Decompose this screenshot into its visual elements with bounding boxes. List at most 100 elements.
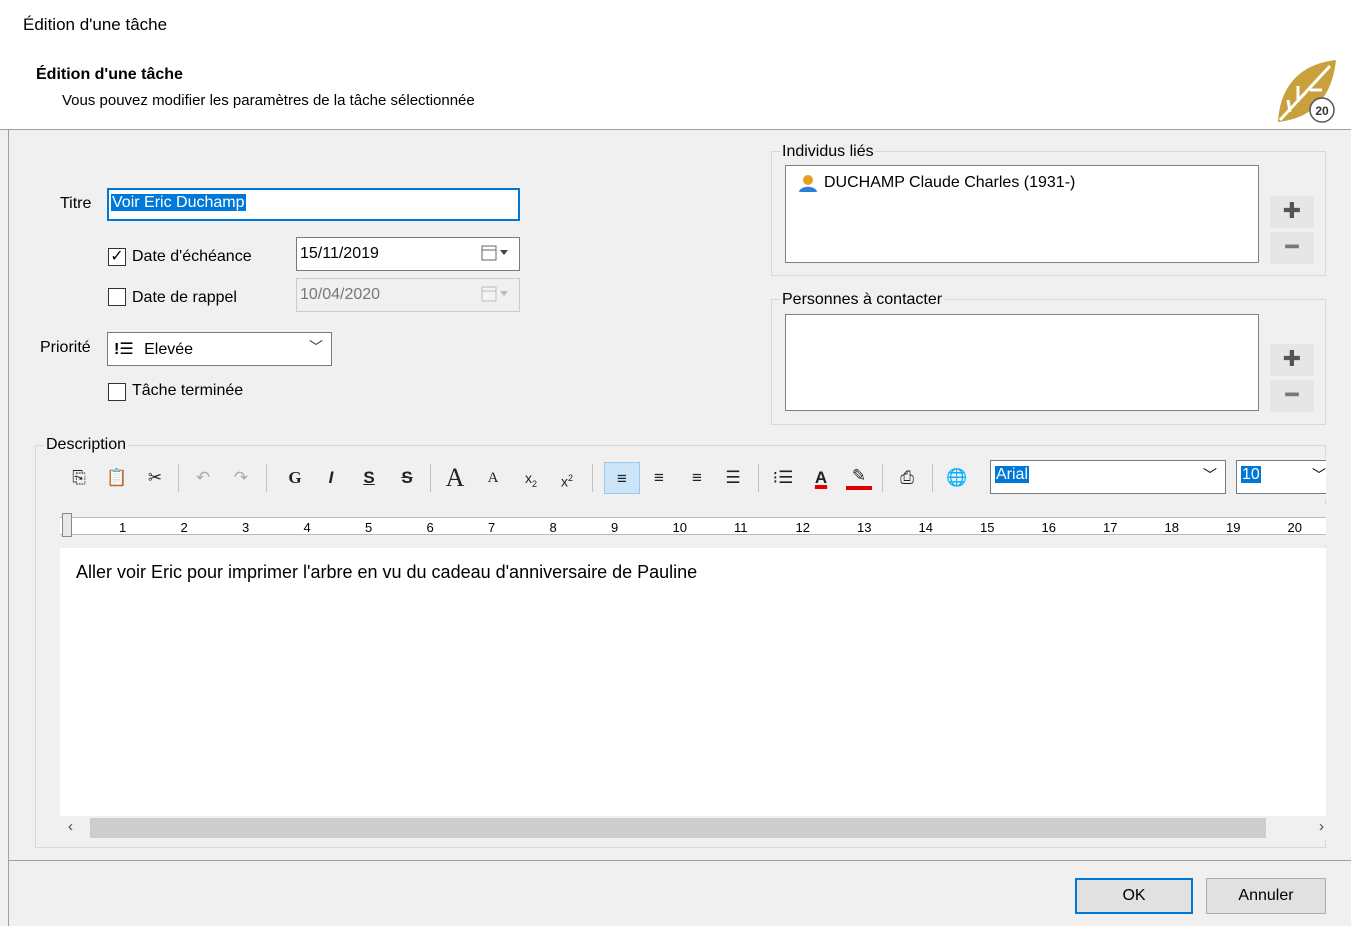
ruler-number: 4 bbox=[303, 520, 311, 535]
calendar-dropdown-icon[interactable] bbox=[481, 245, 511, 261]
linked-individuals-list[interactable]: DUCHAMP Claude Charles (1931-) bbox=[785, 165, 1259, 263]
ruler-scale: 1 2 3 4 5 6 7 8 9 10 11 12 13 14 15 16 17 18 19 20 bbox=[60, 517, 1326, 535]
toolbar-separator bbox=[932, 464, 933, 492]
priority-icon: !☰ bbox=[114, 341, 134, 358]
italic-button[interactable]: I bbox=[318, 462, 344, 494]
subscript-button[interactable]: x2 bbox=[518, 462, 544, 494]
horizontal-scrollbar[interactable]: ‹ › bbox=[60, 816, 1326, 840]
banner-title: Édition d'une tâche bbox=[36, 66, 183, 83]
ruler: 1 2 3 4 5 6 7 8 9 10 11 12 13 14 15 16 17 18 19 20 bbox=[60, 505, 1326, 545]
ruler-number: 14 bbox=[918, 520, 933, 535]
ruler-number: 19 bbox=[1226, 520, 1241, 535]
reminder-date-value: 10/04/2020 bbox=[300, 286, 381, 303]
toolbar-separator bbox=[758, 464, 759, 492]
font-color-button[interactable]: A bbox=[808, 462, 834, 494]
font-name-select[interactable]: Arial ﹀ bbox=[990, 460, 1226, 494]
remove-linked-button[interactable]: ━ bbox=[1270, 232, 1314, 264]
cancel-button[interactable]: Annuler bbox=[1206, 878, 1326, 914]
toolbar-separator bbox=[882, 464, 883, 492]
bullet-list-icon[interactable]: ⁝☰ bbox=[770, 462, 796, 494]
app-logo-icon: 20 bbox=[1278, 60, 1336, 123]
due-date-field[interactable]: 15/11/2019 bbox=[296, 237, 520, 271]
scrollbar-thumb[interactable] bbox=[90, 818, 1266, 838]
align-left-icon[interactable]: ≡ bbox=[604, 462, 640, 494]
add-linked-button[interactable]: ✚ bbox=[1270, 196, 1314, 228]
linked-individual-name: DUCHAMP Claude Charles (1931-) bbox=[824, 174, 1076, 191]
contacts-label: Personnes à contacter bbox=[780, 291, 945, 309]
remove-contact-button[interactable]: ━ bbox=[1270, 380, 1314, 412]
strikethrough-button[interactable]: S bbox=[394, 462, 420, 494]
undo-icon[interactable]: ↶ bbox=[190, 462, 216, 494]
underline-button[interactable]: S bbox=[356, 462, 382, 494]
reminder-date-field: 10/04/2020 bbox=[296, 278, 520, 312]
task-done-checkbox[interactable] bbox=[108, 383, 126, 401]
grow-font-button[interactable]: A bbox=[442, 462, 468, 494]
title-input[interactable]: Voir Eric Duchamp bbox=[107, 188, 520, 221]
toolbar-separator bbox=[266, 464, 267, 492]
ruler-number: 17 bbox=[1103, 520, 1118, 535]
scroll-right-icon[interactable]: › bbox=[1319, 818, 1324, 835]
title-input-value: Voir Eric Duchamp bbox=[111, 194, 246, 211]
bold-button[interactable]: G bbox=[282, 462, 308, 494]
superscript-button[interactable]: x2 bbox=[554, 462, 580, 494]
superscript-label: x bbox=[560, 473, 568, 490]
cut-icon[interactable]: ✂ bbox=[142, 462, 168, 494]
ruler-number: 8 bbox=[549, 520, 557, 535]
align-center-icon[interactable]: ≡ bbox=[646, 462, 672, 494]
font-name-value: Arial bbox=[995, 466, 1030, 483]
subscript-label: x bbox=[524, 470, 532, 486]
paste-icon[interactable]: 📋 bbox=[104, 462, 130, 494]
person-icon bbox=[799, 175, 817, 192]
font-size-select[interactable]: 10 ﹀ bbox=[1236, 460, 1326, 494]
priority-value: Elevée bbox=[144, 341, 194, 358]
ruler-number: 9 bbox=[611, 520, 619, 535]
redo-icon[interactable]: ↷ bbox=[228, 462, 254, 494]
ruler-number: 10 bbox=[672, 520, 687, 535]
priority-select[interactable]: !☰ Elevée ﹀ bbox=[107, 332, 332, 366]
copy-icon[interactable]: ⎘ bbox=[66, 462, 92, 494]
align-right-icon[interactable]: ≡ bbox=[684, 462, 710, 494]
ruler-number: 20 bbox=[1287, 520, 1302, 535]
header-banner: Édition d'une tâche Vous pouvez modifier… bbox=[0, 50, 1351, 130]
scroll-left-icon[interactable]: ‹ bbox=[68, 818, 73, 835]
description-editor[interactable]: Aller voir Eric pour imprimer l'arbre en… bbox=[60, 548, 1326, 816]
ruler-number: 3 bbox=[242, 520, 250, 535]
ruler-number: 5 bbox=[365, 520, 373, 535]
reminder-date-checkbox[interactable] bbox=[108, 288, 126, 306]
ruler-number: 2 bbox=[180, 520, 188, 535]
priority-label: Priorité bbox=[40, 339, 91, 356]
banner-subtitle: Vous pouvez modifier les paramètres de l… bbox=[62, 92, 475, 109]
ruler-number: 1 bbox=[119, 520, 127, 535]
ruler-number: 13 bbox=[857, 520, 872, 535]
align-justify-icon[interactable]: ☰ bbox=[720, 462, 746, 494]
window-title: Édition d'une tâche bbox=[23, 15, 168, 34]
logo-badge-text: 20 bbox=[1315, 104, 1329, 118]
description-text: Aller voir Eric pour imprimer l'arbre en… bbox=[76, 562, 698, 582]
print-icon[interactable]: ⎙ bbox=[894, 462, 920, 494]
chevron-down-icon: ﹀ bbox=[309, 339, 323, 355]
web-globe-icon[interactable]: 🌐 bbox=[944, 462, 970, 494]
ruler-number: 7 bbox=[488, 520, 496, 535]
list-item[interactable]: DUCHAMP Claude Charles (1931-) bbox=[798, 174, 1075, 192]
task-done-label: Tâche terminée bbox=[132, 382, 244, 399]
toolbar-separator bbox=[592, 464, 593, 492]
shrink-font-button[interactable]: A bbox=[480, 462, 506, 494]
window-titlebar: Édition d'une tâche bbox=[0, 0, 1351, 50]
ok-button[interactable]: OK bbox=[1075, 878, 1193, 914]
indent-marker[interactable] bbox=[62, 513, 72, 537]
add-contact-button[interactable]: ✚ bbox=[1270, 344, 1314, 376]
reminder-date-label: Date de rappel bbox=[132, 289, 237, 306]
contacts-list[interactable] bbox=[785, 314, 1259, 411]
ruler-number: 6 bbox=[426, 520, 434, 535]
chevron-down-icon: ﹀ bbox=[1312, 467, 1326, 483]
ruler-number: 11 bbox=[734, 520, 748, 535]
linked-individuals-label: Individus liés bbox=[780, 143, 876, 161]
due-date-checkbox[interactable]: ✓ bbox=[108, 248, 126, 266]
description-toolbar: ⎘ 📋 ✂ ↶ ↷ G I S S A A x2 x2 ≡ ≡ ≡ ☰ ⁝☰ A… bbox=[60, 458, 1326, 498]
ruler-number: 12 bbox=[795, 520, 810, 535]
due-date-label: Date d'échéance bbox=[132, 248, 252, 265]
highlight-icon[interactable]: ✎ bbox=[846, 462, 872, 490]
ruler-number: 16 bbox=[1041, 520, 1056, 535]
chevron-down-icon: ﹀ bbox=[1203, 467, 1217, 483]
footer-separator bbox=[8, 860, 1351, 861]
